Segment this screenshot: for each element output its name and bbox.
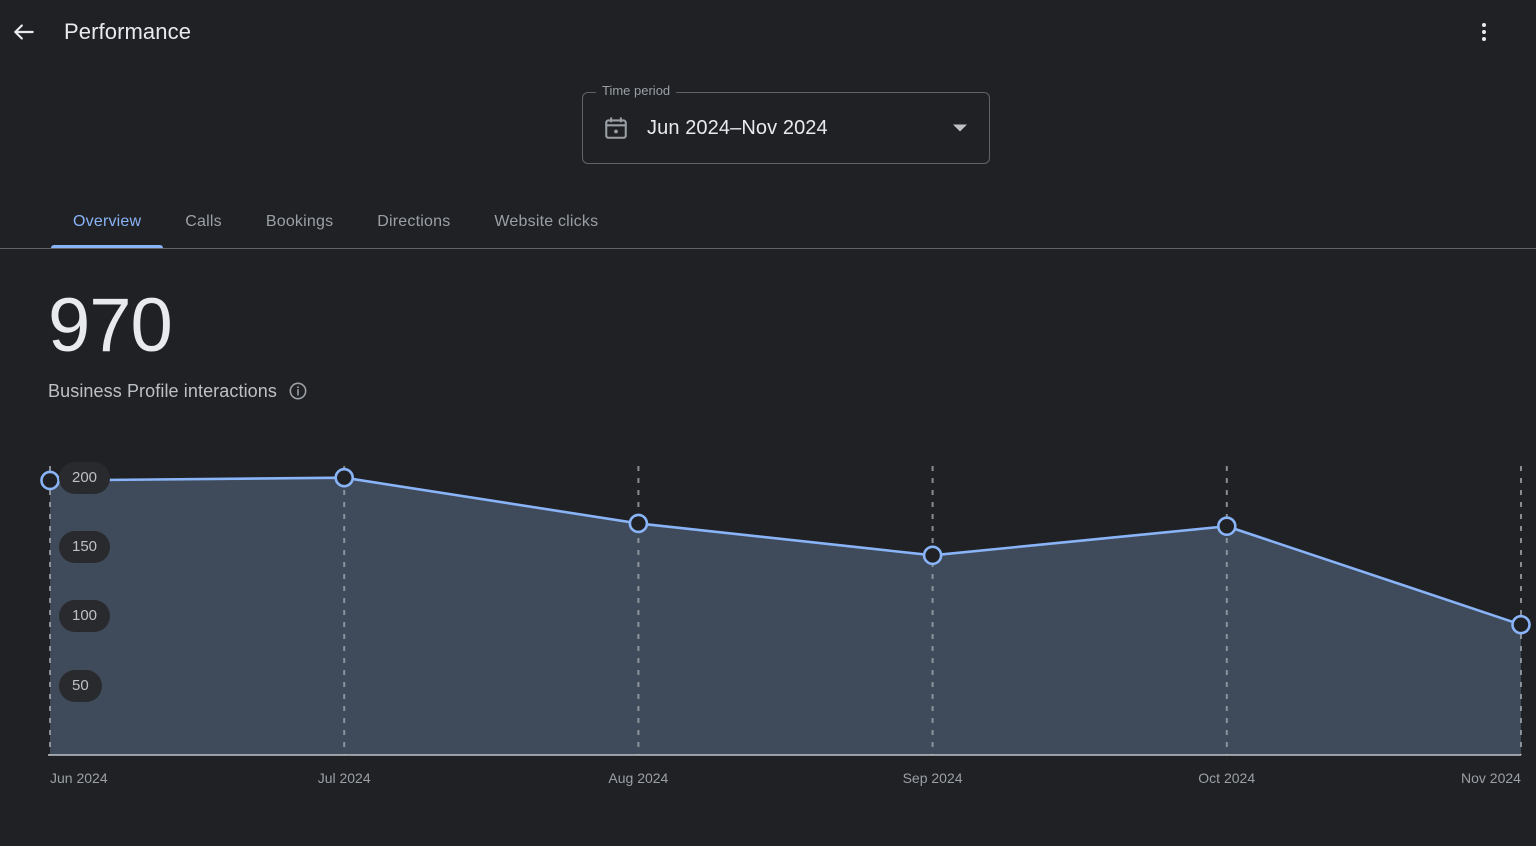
metric-tabs: Overview Calls Bookings Directions Websi…: [0, 194, 1536, 249]
x-axis-tick-label: Jun 2024: [50, 770, 108, 786]
arrow-back-icon: [11, 19, 37, 45]
tab-bookings[interactable]: Bookings: [244, 194, 355, 249]
x-axis-tick-label: Aug 2024: [608, 770, 669, 786]
overflow-menu-button[interactable]: [1468, 16, 1500, 48]
time-period-selector[interactable]: Jun 2024–Nov 2024 Time period: [582, 83, 990, 164]
chart-data-point[interactable]: [334, 467, 355, 488]
chevron-down-icon[interactable]: [953, 124, 967, 132]
x-axis-tick-label: Sep 2024: [902, 770, 963, 786]
tab-overview[interactable]: Overview: [51, 194, 164, 249]
tab-label: Website clicks: [494, 212, 599, 230]
more-vert-icon-dot: [1482, 30, 1486, 34]
tab-calls[interactable]: Calls: [163, 194, 244, 249]
back-button[interactable]: [8, 16, 40, 48]
y-axis-tick-label: 150: [59, 531, 111, 564]
chart-data-point[interactable]: [40, 470, 60, 491]
tab-website-clicks[interactable]: Website clicks: [472, 194, 620, 249]
tab-label: Overview: [73, 212, 142, 230]
chart-data-point[interactable]: [1217, 516, 1237, 537]
time-period-legend: Time period: [596, 83, 677, 99]
tab-label: Directions: [377, 212, 451, 230]
performance-screen: Performance Jun 2024–Nov 2024 Time perio…: [0, 0, 1536, 846]
chart-data-point[interactable]: [628, 513, 649, 534]
tab-directions[interactable]: Directions: [355, 194, 472, 249]
more-vert-icon-dot: [1482, 23, 1486, 27]
kpi-label: Business Profile interactions: [48, 381, 278, 401]
time-period-value: Jun 2024–Nov 2024: [647, 117, 828, 139]
tabs-divider: [0, 248, 1536, 249]
info-outline-icon[interactable]: [288, 381, 308, 401]
y-axis-tick-label: 200: [59, 461, 111, 494]
tab-label: Bookings: [265, 212, 334, 230]
kpi-label-row: Business Profile interactions: [48, 378, 308, 404]
y-axis-tick-label: 50: [59, 669, 102, 702]
tab-label: Calls: [185, 212, 222, 230]
kpi-value: 970: [48, 283, 173, 368]
interactions-area-chart: 200 150 100 50 Jun 2024 Jul 2024 Aug 2024 Sep …: [0, 430, 1536, 802]
chart-canvas: [40, 466, 1531, 756]
chart-area-fill: [50, 477, 1521, 755]
chart-data-point[interactable]: [922, 545, 943, 566]
y-axis-tick-label: 100: [59, 600, 111, 633]
top-app-bar: Performance: [0, 0, 1536, 64]
x-axis-tick-label: Oct 2024: [1198, 770, 1256, 786]
x-axis-tick-label: Jul 2024: [317, 770, 371, 786]
page-title: Performance: [64, 19, 192, 44]
time-period-field[interactable]: Jun 2024–Nov 2024: [582, 92, 990, 164]
calendar-event-icon: [601, 113, 631, 143]
more-vert-icon-dot: [1482, 37, 1486, 41]
chart-data-point[interactable]: [1511, 614, 1531, 635]
x-axis-tick-label: Nov 2024: [1461, 770, 1521, 786]
